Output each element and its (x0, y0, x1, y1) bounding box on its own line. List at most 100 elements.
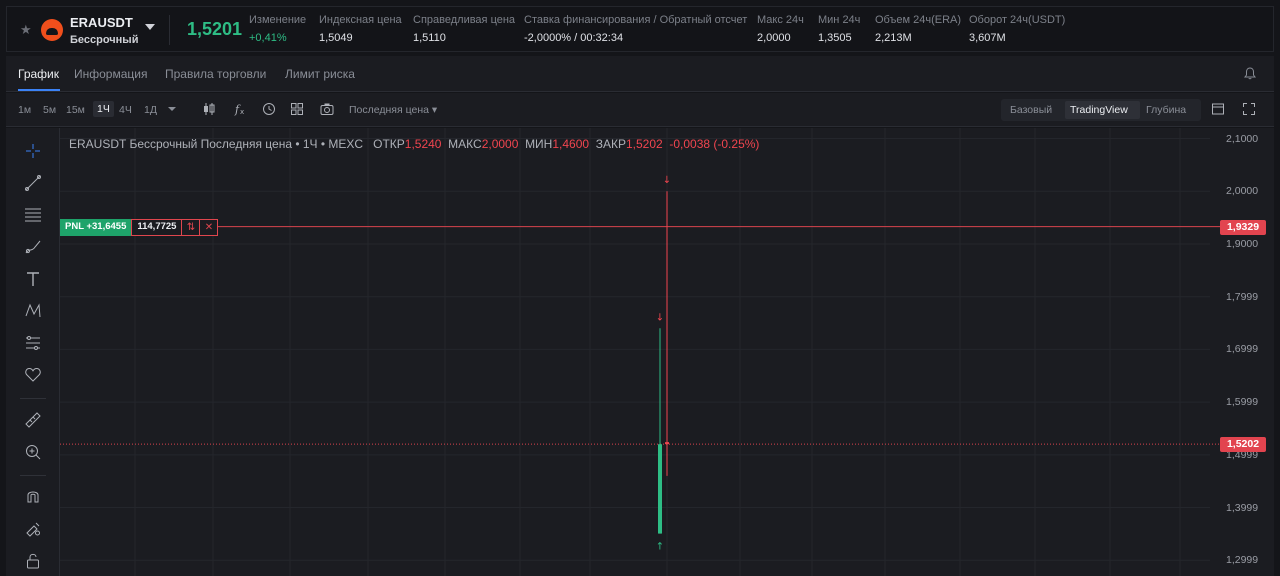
chart-tabs: График Информация Правила торговли Лимит… (6, 56, 1274, 92)
trend-line-icon[interactable] (23, 173, 43, 193)
price-axis-label: 2,0000 (1226, 185, 1259, 198)
heart-favorite-icon[interactable] (23, 365, 43, 385)
legend-open-value: 1,5240 (404, 137, 442, 151)
legend-low-value: 1,4600 (552, 137, 590, 151)
stat-label: Объем 24ч(ERA) (875, 14, 962, 26)
bell-icon[interactable] (1244, 67, 1256, 80)
legend-close-label: ЗАКР (595, 137, 626, 151)
tab-trading-rules[interactable]: Правила торговли (165, 67, 266, 81)
chart-canvas[interactable]: ↓ ↓ ↑ (60, 128, 1274, 576)
symbol-dropdown-chevron-icon[interactable] (145, 24, 155, 30)
magnet-icon[interactable] (23, 486, 43, 506)
stat-value: 1,5049 (319, 32, 353, 44)
legend-close-value: 1,5202 (625, 137, 663, 151)
active-tab-indicator (18, 89, 60, 91)
timeframe-1m[interactable]: 1м (18, 104, 31, 116)
view-depth-button[interactable]: Глубина (1146, 104, 1186, 116)
timeframe-dropdown-chevron-icon[interactable] (167, 104, 177, 114)
legend-open-label: ОТКР (373, 137, 405, 151)
stat-value: 3,607M (969, 32, 1006, 44)
reverse-position-icon[interactable]: ⇅ (182, 218, 201, 236)
ticker-header: ★ ERAUSDT Бессрочный 1,5201 Изменение +0… (6, 6, 1274, 52)
current-price-tag: 1,5202 (1220, 437, 1266, 453)
stat-high-24h: Макс 24ч 2,0000 (757, 14, 804, 44)
coin-logo-icon (41, 19, 63, 41)
stat-label: Ставка финансирования / Обратный отсчет (524, 14, 748, 26)
sell-marker-arrow-icon: ↓ (656, 312, 664, 323)
tab-chart[interactable]: График (18, 67, 59, 81)
timeframe-15m[interactable]: 15м (66, 104, 85, 116)
contract-type: Бессрочный (70, 34, 139, 46)
fullscreen-icon[interactable] (1242, 102, 1256, 116)
price-axis-label: 1,3999 (1226, 501, 1259, 514)
tab-info[interactable]: Информация (74, 67, 147, 81)
legend-high-value: 2,0000 (481, 137, 519, 151)
indicators-fx-icon[interactable]: f x (234, 102, 248, 116)
position-quantity: 114,7725 (131, 218, 183, 236)
pnl-value: PNL +31,6455 (60, 218, 132, 236)
stat-value: 2,213M (875, 32, 912, 44)
zoom-in-icon[interactable] (23, 442, 43, 462)
toolbar-divider (20, 475, 46, 476)
favorite-star-icon[interactable]: ★ (20, 22, 32, 38)
crosshair-icon[interactable] (23, 141, 43, 161)
fib-retracement-icon[interactable] (23, 205, 43, 225)
timeframe-1h[interactable]: 1Ч (93, 101, 114, 117)
chart-toolbar: 1м 5м 15м 1Ч 4Ч 1Д f x Последняя цена ▾ … (6, 93, 1274, 127)
price-axis-label: 1,5999 (1226, 396, 1259, 409)
price-axis-label: 1,7999 (1226, 290, 1259, 303)
close-position-icon[interactable]: ✕ (200, 218, 219, 236)
chart-legend: ERAUSDT Бессрочный Последняя цена • 1Ч •… (69, 137, 759, 151)
candle-body (658, 444, 662, 534)
price-axis-label: 1,9000 (1226, 237, 1259, 250)
buy-marker-arrow-icon: ↑ (656, 542, 664, 553)
ruler-measure-icon[interactable] (23, 410, 43, 430)
brush-icon[interactable] (23, 237, 43, 257)
chart-grid (60, 128, 1210, 576)
position-pnl-badge[interactable]: PNL +31,6455 114,7725 ⇅ ✕ (60, 218, 219, 236)
price-chart[interactable]: ↓ ↓ ↑ ERAUSDT Бессрочный Последняя цена • … (60, 128, 1274, 576)
price-type-select[interactable]: Последняя цена ▾ (349, 104, 437, 116)
stat-funding-rate: Ставка финансирования / Обратный отсчет … (524, 14, 747, 44)
tab-risk-limit[interactable]: Лимит риска (285, 67, 355, 81)
legend-change-value: -0,0038 (-0.25%) (669, 137, 760, 151)
legend-high-label: МАКС (448, 137, 482, 151)
alert-clock-icon[interactable] (262, 102, 276, 116)
candlestick-type-icon[interactable] (202, 102, 216, 116)
entry-price-tag: 1,9329 (1220, 219, 1266, 235)
timeframe-4h[interactable]: 4Ч (119, 104, 132, 116)
view-basic-button[interactable]: Базовый (1010, 104, 1052, 116)
window-layout-icon[interactable] (1211, 102, 1225, 116)
text-tool-icon[interactable] (23, 269, 43, 289)
price-axis-label: 2,1000 (1226, 132, 1259, 145)
camera-snapshot-icon[interactable] (320, 102, 334, 116)
stat-fair-price: Справедливая цена 1,5110 (413, 14, 515, 44)
candle-body (665, 442, 669, 445)
stat-label: Оборот 24ч(USDT) (969, 14, 1066, 26)
lock-drawing-icon[interactable] (23, 518, 43, 538)
price-type-chevron-icon: ▾ (431, 104, 438, 116)
header-divider (169, 15, 170, 45)
unlock-icon[interactable] (23, 550, 43, 570)
last-price: 1,5201 (187, 19, 243, 39)
chart-view-switcher: Базовый TradingView Глубина (1001, 99, 1201, 121)
timeframe-1d[interactable]: 1Д (144, 104, 157, 116)
stat-label: Макс 24ч (757, 14, 804, 26)
pattern-icon[interactable] (23, 301, 43, 321)
stat-volume-24h: Объем 24ч(ERA) 2,213M (875, 14, 961, 44)
stat-value: 1,5110 (413, 32, 446, 44)
legend-low-label: МИН (525, 137, 553, 151)
stat-label: Изменение (249, 14, 307, 26)
trading-window: ★ ERAUSDT Бессрочный 1,5201 Изменение +0… (0, 0, 1280, 576)
stat-value: 2,0000 (757, 32, 791, 44)
stat-change: Изменение +0,41% (249, 14, 306, 44)
timeframe-5m[interactable]: 5м (43, 104, 56, 116)
stat-label: Мин 24ч (818, 14, 861, 26)
projection-icon[interactable] (23, 333, 43, 353)
symbol-name[interactable]: ERAUSDT (70, 15, 133, 30)
chart-price-lines (60, 226, 1220, 445)
svg-text:x: x (240, 108, 244, 116)
layout-grid-icon[interactable] (290, 102, 304, 116)
view-tradingview-button[interactable]: TradingView (1070, 104, 1128, 116)
price-axis-label: 1,6999 (1226, 343, 1259, 356)
